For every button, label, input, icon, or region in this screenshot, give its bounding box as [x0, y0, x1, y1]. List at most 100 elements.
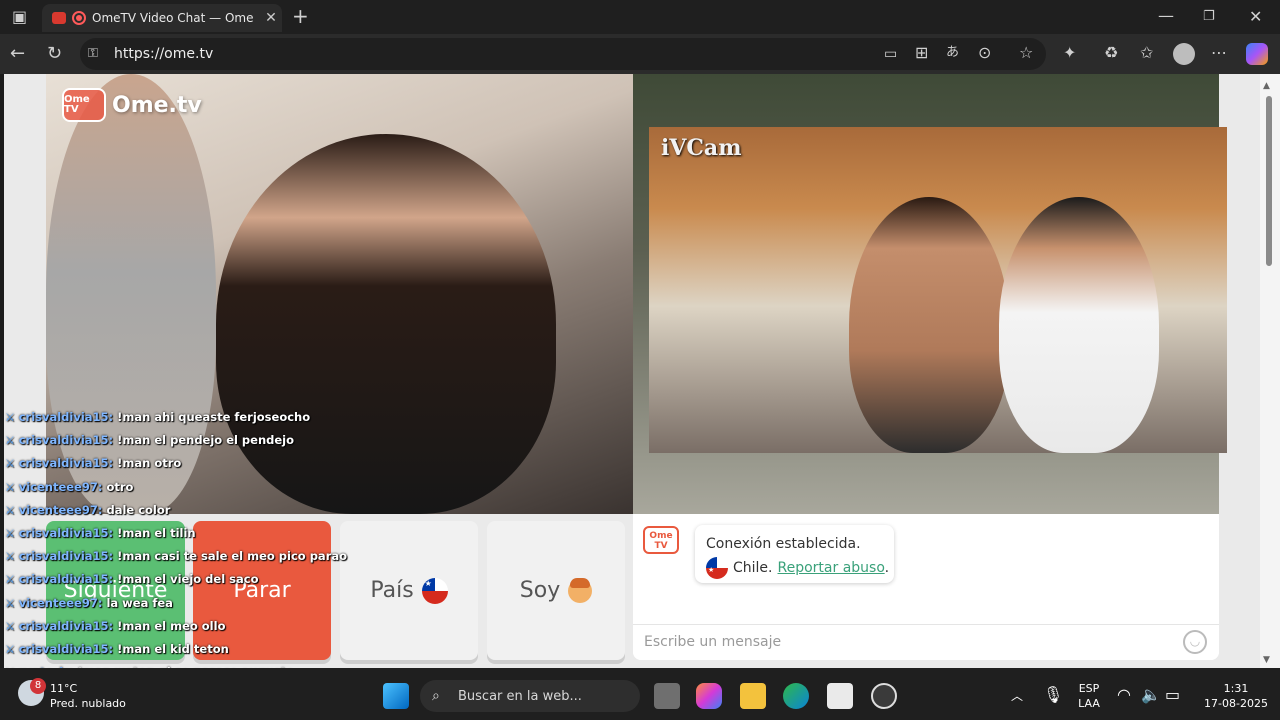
edge-browser-icon[interactable] [783, 683, 809, 709]
weather-temp: 11°C [50, 682, 78, 695]
start-windows-icon[interactable] [383, 683, 409, 709]
country-button-label: País [370, 578, 414, 603]
copilot-taskbar-icon[interactable] [696, 683, 722, 709]
chat-overlay-line: ⚔ crisvaldivia15: !man el pendejo el pen… [5, 433, 294, 451]
settings-menu-icon[interactable]: ⋯ [1211, 45, 1227, 61]
chat-username: vicenteee97: [18, 503, 103, 517]
chat-overlay-line: ⚔ vicenteee97: dale color [5, 503, 170, 521]
chat-message-text: !man el pendejo el pendejo [117, 433, 295, 447]
chat-overlay-line: ⚔ crisvaldivia15: !man el tilin [5, 526, 196, 544]
chile-flag-small-icon: ★ [706, 557, 728, 579]
chat-badge-icon: ⚔ [5, 527, 19, 540]
back-icon[interactable]: ← [10, 45, 25, 63]
stop-button[interactable]: Parar [193, 521, 331, 660]
show-hidden-icons-icon[interactable]: ︿ [1011, 688, 1023, 704]
chat-badge-icon: ⚔ [5, 597, 19, 610]
battery-icon[interactable]: ▭ [1165, 687, 1180, 703]
chat-username: vicenteee97: [18, 480, 103, 494]
system-message-period: . [884, 560, 890, 576]
weather-widget[interactable]: 11°C Pred. nublado [50, 681, 126, 711]
chat-overlay-line: ⚔ crisvaldivia15: !man el viejo del saco [5, 572, 258, 590]
tab-title: OmeTV Video Chat — Omeg [92, 11, 254, 25]
profile-avatar-icon[interactable] [1173, 43, 1195, 65]
chat-badge-icon: ⚔ [5, 411, 19, 424]
volume-icon[interactable]: 🔈 [1141, 687, 1161, 703]
app-available-icon[interactable]: ⊞ [915, 45, 928, 61]
chat-message-text: !man el viejo del saco [117, 572, 259, 586]
chat-badge-icon: ⚔ [5, 504, 19, 517]
language-top: ESP [1078, 682, 1100, 695]
clock[interactable]: 1:31 17-08-2025 [1196, 681, 1276, 711]
url-text: https://ome.tv [114, 46, 214, 62]
close-window-icon[interactable]: ✕ [1249, 9, 1262, 25]
person-remote-2 [999, 197, 1159, 453]
chat-username: crisvaldivia15: [18, 410, 114, 424]
microsoft-store-icon[interactable] [827, 683, 853, 709]
chat-username: crisvaldivia15: [18, 456, 114, 470]
message-input[interactable]: Escribe un mensaje [633, 624, 1219, 660]
browser-titlebar: ▣ OmeTV Video Chat — Omeg ✕ + — ❐ ✕ [0, 0, 1280, 34]
ometv-logo-text: Ome.tv [112, 92, 202, 118]
browser-tab[interactable]: OmeTV Video Chat — Omeg ✕ [42, 4, 282, 32]
ometv-tv-icon: Ome TV [62, 88, 106, 122]
boy-emoji-icon [568, 577, 593, 603]
chat-overlay-line: ⚔ crisvaldivia15: !man ahi queaste ferjo… [5, 410, 310, 428]
chile-flag-icon: ★ [421, 577, 448, 604]
chat-message-text: !man otro [117, 456, 182, 470]
chat-username: vicenteee97: [18, 596, 103, 610]
recording-indicator-icon [72, 11, 86, 25]
chat-username: crisvaldivia15: [18, 549, 114, 563]
more-tools-icon[interactable]: ⊙ [978, 45, 991, 61]
input-language[interactable]: ESP LAA [1072, 681, 1106, 711]
ometv-system-icon: Ome TV [643, 526, 679, 554]
tab-actions-icon[interactable]: ▣ [12, 9, 27, 25]
microphone-icon[interactable]: 🎙 [1043, 687, 1063, 703]
gender-button[interactable]: Soy [487, 521, 625, 660]
new-tab-icon[interactable]: + [292, 6, 309, 26]
address-bar[interactable]: ⚿ https://ome.tv [80, 38, 1046, 70]
taskbar-search-placeholder: Buscar en la web... [458, 688, 582, 704]
person-center [216, 134, 556, 514]
restore-icon[interactable]: ❐ [1203, 9, 1215, 25]
system-message-country: Chile. [733, 560, 773, 576]
chat-badge-icon: ⚔ [5, 457, 19, 470]
remote-video-inset: iVCam [649, 127, 1227, 453]
copilot-icon[interactable] [1246, 43, 1268, 65]
chat-username: crisvaldivia15: [18, 619, 114, 633]
chat-overlay-line: ⚔ vicenteee97: la wea fea [5, 596, 173, 614]
favorites-icon[interactable]: ✩ [1140, 45, 1153, 61]
page-scrollbar[interactable]: ▲ ▼ [1260, 74, 1280, 668]
ometv-logo: Ome TV Ome.tv [62, 88, 202, 122]
ivcam-watermark: iVCam [661, 135, 742, 161]
taskbar-search[interactable]: ⌕ Buscar en la web... [420, 680, 640, 712]
extensions-icon[interactable]: ✦ [1063, 45, 1076, 61]
scroll-down-icon[interactable]: ▼ [1263, 652, 1270, 668]
tab-close-icon[interactable]: ✕ [260, 10, 282, 26]
obs-studio-icon[interactable] [871, 683, 897, 709]
scrollbar-thumb[interactable] [1266, 96, 1272, 266]
camera-in-use-icon[interactable]: ▭ [884, 46, 897, 62]
clock-time: 1:31 [1223, 682, 1249, 695]
country-button[interactable]: País ★ [340, 521, 478, 660]
chat-username: crisvaldivia15: [18, 526, 114, 540]
reload-icon[interactable]: ↻ [47, 45, 62, 63]
chat-message-text: !man el tilin [117, 526, 196, 540]
chat-overlay-line: ⚔ crisvaldivia15: !man otro [5, 456, 181, 474]
weather-desc: Pred. nublado [50, 697, 126, 710]
chat-badge-icon: ⚔ [5, 550, 19, 563]
wifi-icon[interactable]: ◠ [1117, 687, 1131, 703]
file-explorer-icon[interactable] [740, 683, 766, 709]
minimize-icon[interactable]: — [1158, 8, 1174, 24]
scroll-up-icon[interactable]: ▲ [1263, 78, 1270, 94]
emoji-icon[interactable]: ◡ [1183, 630, 1207, 654]
report-abuse-link[interactable]: Reportar abuso [778, 560, 885, 576]
browser-essentials-icon[interactable]: ♻ [1104, 45, 1118, 61]
clock-date: 17-08-2025 [1204, 697, 1268, 710]
chat-overlay-line: ⚔ vicenteee97: otro [5, 480, 133, 498]
chat-badge-icon: ⚔ [5, 643, 19, 656]
translate-icon[interactable]: あ [946, 45, 959, 61]
site-info-icon[interactable]: ⚿ [88, 46, 98, 62]
favorite-star-icon[interactable]: ☆ [1019, 45, 1033, 61]
task-view-icon[interactable] [654, 683, 680, 709]
search-icon: ⌕ [432, 688, 440, 704]
